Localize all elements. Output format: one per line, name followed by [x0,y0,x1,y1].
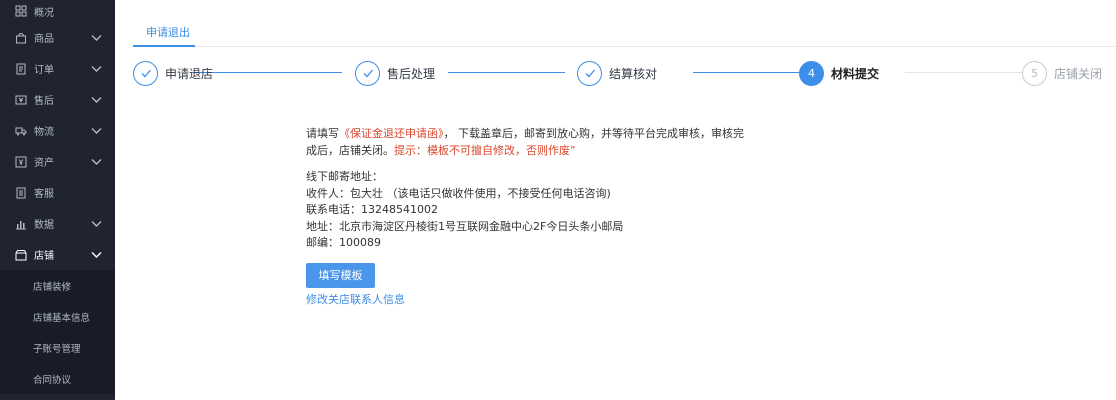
step-close-shop: 5 店铺关闭 [1022,60,1102,86]
step-materials: 4 材料提交 [799,60,879,86]
sidebar-item-logistics[interactable]: 物流 [0,115,115,146]
bag-icon [14,31,27,44]
tab-apply-exit[interactable]: 申请退出 [133,24,203,40]
notice-form-name: 《保证金退还申请函》 [339,127,444,140]
chart-icon [14,217,27,230]
address-zip: 邮编：100089 [306,236,381,249]
sidebar-item-shop[interactable]: 店铺 [0,239,115,270]
step-label: 结算核对 [609,66,658,81]
address-recipient: 收件人：包大壮 （该电话只做收件使用，不接受任何电话咨询) [306,186,611,200]
chevron-down-icon [91,252,102,258]
step-label: 售后处理 [387,66,436,81]
step-aftersale: 售后处理 [355,60,435,86]
sidebar-item-label: 客服 [34,189,54,200]
sidebar-subitem-basic-info[interactable]: 店铺基本信息 [0,301,115,332]
address-phone: 联系电话：13248541002 [306,203,438,216]
step-settlement: 结算核对 [577,60,657,86]
progress-steps: 申请退店 售后处理 结算核对 4 材料提交 5 店铺关闭 [133,60,1116,88]
sidebar-item-service[interactable]: 客服 [0,177,115,208]
step-connector [191,72,342,73]
chevron-down-icon [91,97,102,103]
sidebar-item-label: 资产 [34,158,54,169]
chevron-down-icon [91,35,102,41]
aftersale-icon [14,93,27,106]
tab-bar: 申请退出 [133,14,1116,47]
sidebar-item-overview[interactable]: 概况 [0,0,115,22]
notice-text: 请填写《保证金退还申请函》， 下载盖章后，邮寄到放心购，并等待平台完成审核，审核… [306,125,746,159]
step-connector [693,72,805,73]
service-icon [14,186,27,199]
materials-content: 请填写《保证金退还申请函》， 下载盖章后，邮寄到放心购，并等待平台完成审核，审核… [306,125,746,307]
step-number: 4 [799,60,824,86]
sidebar-item-aftersale[interactable]: 售后 [0,84,115,115]
sidebar-item-label: 商品 [34,34,54,45]
sidebar-item-data[interactable]: 数据 [0,208,115,239]
check-icon [355,60,380,86]
sidebar-item-assets[interactable]: 资产 [0,146,115,177]
main-content: 申请退出 申请退店 售后处理 结算核对 4 材料提交 5 店铺关闭 请填写《保证… [115,0,1116,400]
step-label: 材料提交 [831,66,880,81]
step-number: 5 [1022,60,1047,86]
check-icon [577,60,602,86]
sidebar-item-label: 售后 [34,96,54,107]
tab-active-indicator [133,45,195,47]
chevron-down-icon [91,128,102,134]
dashboard-icon [14,5,27,18]
sidebar-subitem-decoration[interactable]: 店铺装修 [0,270,115,301]
asset-icon [14,155,27,168]
sidebar-item-orders[interactable]: 订单 [0,53,115,84]
sidebar-item-label: 店铺 [34,251,54,262]
tab-divider [133,46,1116,47]
sidebar-item-label: 概况 [34,7,54,19]
sidebar-item-products[interactable]: 商品 [0,22,115,53]
chevron-down-icon [91,221,102,227]
chevron-down-icon [91,66,102,72]
sidebar-item-label: 物流 [34,127,54,138]
sidebar-item-label: 订单 [34,65,54,76]
edit-contact-link[interactable]: 修改关店联系人信息 [306,291,746,307]
sidebar-item-label: 数据 [34,220,54,231]
mailing-address: 线下邮寄地址： 收件人：包大壮 （该电话只做收件使用，不接受任何电话咨询) 联系… [306,169,746,252]
chevron-down-icon [91,159,102,165]
notice-warning: 提示：模板不可擅自修改，否则作废” [394,144,576,157]
sidebar: 概况 商品 订单 售后 物流 资产 客服 数据 店铺 店铺装修 店铺基本信息 子… [0,0,115,400]
check-icon [133,60,158,86]
step-connector [905,72,1033,73]
sidebar-subitem-subaccounts[interactable]: 子账号管理 [0,332,115,363]
truck-icon [14,124,27,137]
address-location: 地址：北京市海淀区丹棱街1号互联网金融中心2F今日头条小邮局 [306,219,624,233]
shop-icon [14,248,27,261]
step-label: 店铺关闭 [1054,66,1103,81]
address-title: 线下邮寄地址： [306,170,383,183]
step-label: 申请退店 [165,66,214,81]
step-connector [448,72,565,73]
order-icon [14,62,27,75]
sidebar-subitem-contracts[interactable]: 合同协议 [0,363,115,394]
step-apply-exit: 申请退店 [133,60,213,86]
fill-template-button[interactable]: 填写模板 [306,262,375,288]
notice-prefix: 请填写 [306,127,339,140]
